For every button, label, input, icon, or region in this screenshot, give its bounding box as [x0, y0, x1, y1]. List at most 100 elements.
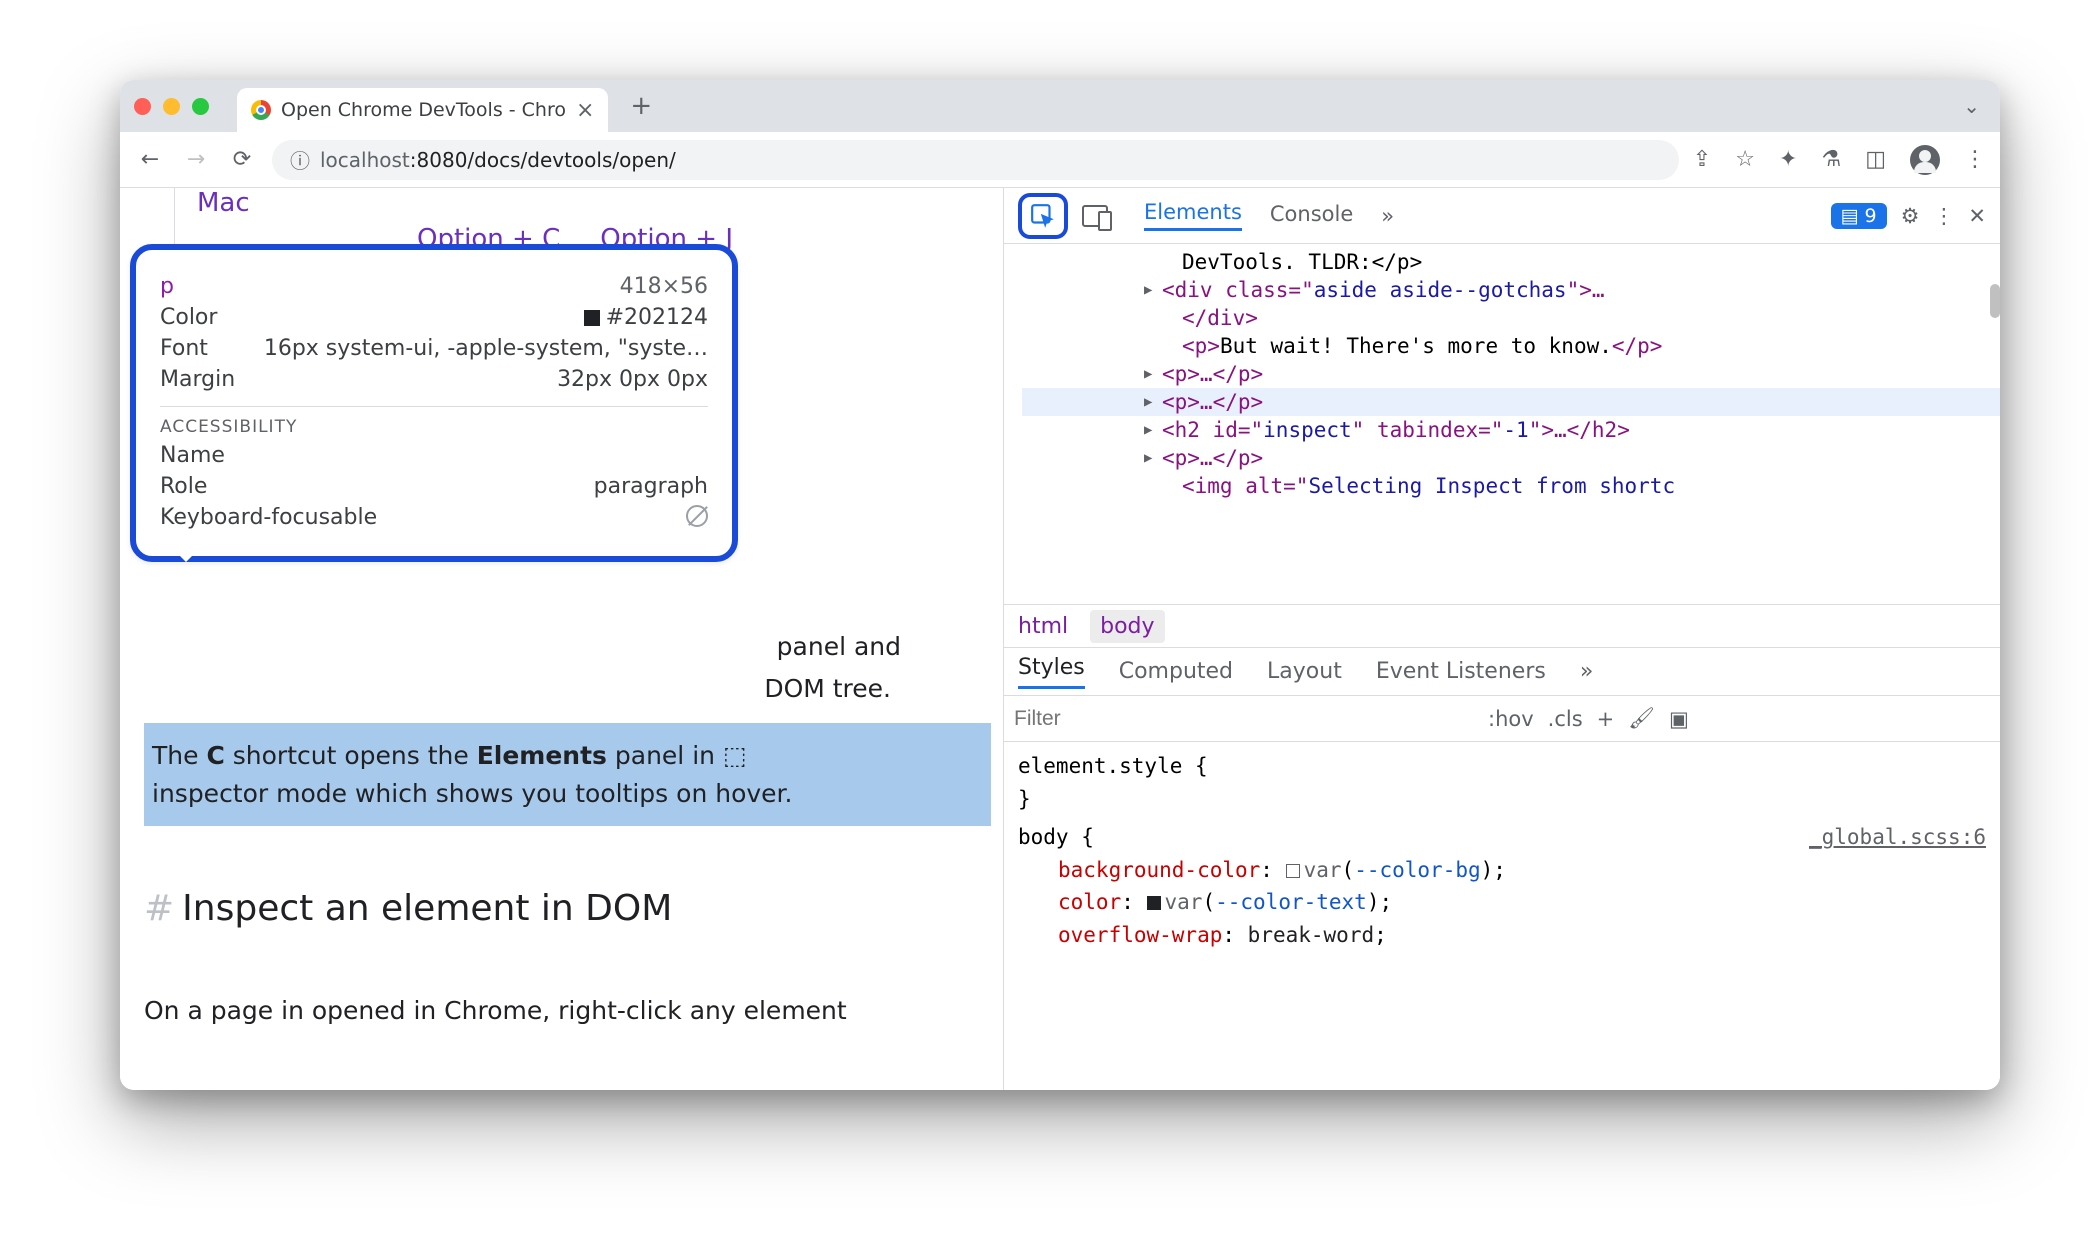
inspect-icon: [1030, 203, 1056, 229]
tooltip-font-value: 16px system-ui, -apple-system, "syste…: [264, 336, 708, 361]
bookmark-icon[interactable]: ☆: [1735, 147, 1755, 172]
tooltip-dimensions: 418×56: [620, 274, 708, 299]
tooltip-color-label: Color: [160, 305, 217, 330]
new-rule-icon[interactable]: +: [1597, 707, 1615, 731]
sidepanel-icon[interactable]: ◫: [1865, 147, 1886, 172]
color-swatch-icon[interactable]: [1286, 864, 1300, 878]
css-var-link[interactable]: --color-text: [1215, 890, 1367, 914]
filter-input[interactable]: [1014, 707, 1474, 731]
profile-avatar[interactable]: [1910, 145, 1940, 175]
devtools-toolbar: Elements Console » ▤9 ⚙ ⋮ ✕: [1004, 188, 2000, 244]
dom-line[interactable]: ▶<h2 id="inspect" tabindex="-1">…</h2>: [1022, 416, 2000, 444]
tab-computed[interactable]: Computed: [1119, 659, 1233, 684]
rule-source-link[interactable]: _global.scss:6: [1809, 821, 1986, 854]
content-split: Mac Option + C Option + J p418×56 Color#…: [120, 188, 2000, 1090]
settings-icon[interactable]: ⚙: [1901, 204, 1920, 228]
tooltip-pointer: [174, 550, 198, 574]
new-tab-button[interactable]: +: [630, 91, 652, 121]
labs-icon[interactable]: ⚗: [1821, 147, 1841, 172]
back-button[interactable]: ←: [134, 147, 166, 172]
hl-panel: Elements: [477, 741, 607, 770]
styles-tabstrip: Styles Computed Layout Event Listeners »: [1004, 648, 2000, 696]
kebab-menu-icon[interactable]: ⋮: [1964, 147, 1986, 172]
tooltip-tag: p: [160, 274, 174, 299]
devtools-panel: Elements Console » ▤9 ⚙ ⋮ ✕ DevTools. TL…: [1004, 188, 2000, 1090]
hl-text: The: [152, 741, 206, 770]
tab-title: Open Chrome DevTools - Chro: [281, 99, 566, 121]
breadcrumbs: html body: [1004, 604, 2000, 648]
site-info-icon[interactable]: ⓘ: [290, 145, 310, 174]
cls-toggle[interactable]: .cls: [1548, 707, 1583, 731]
close-tab-icon[interactable]: ×: [576, 98, 594, 123]
dom-line[interactable]: <p>But wait! There's more to know.</p>: [1022, 332, 2000, 360]
tooltip-role-label: Role: [160, 474, 207, 499]
css-prop[interactable]: color: [1058, 890, 1121, 914]
color-swatch-icon[interactable]: [1147, 896, 1161, 910]
maximize-window-button[interactable]: [192, 98, 209, 115]
hash-icon[interactable]: #: [144, 888, 174, 929]
dom-tree[interactable]: DevTools. TLDR:</p> ▶<div class="aside a…: [1004, 244, 2000, 604]
toolbar-right: ⇪ ☆ ✦ ⚗ ◫ ⋮: [1693, 145, 1986, 175]
hl-text: panel in: [607, 741, 723, 770]
computed-toggle-icon[interactable]: ▣: [1669, 707, 1689, 731]
reload-button[interactable]: ⟳: [226, 147, 258, 172]
section-heading: #Inspect an element in DOM: [144, 882, 991, 936]
device-toggle-button[interactable]: [1082, 205, 1108, 227]
forward-button[interactable]: →: [180, 147, 212, 172]
more-tabs-icon[interactable]: »: [1381, 204, 1394, 228]
dom-line[interactable]: ▶<p>…</p>: [1022, 360, 2000, 388]
tooltip-name-label: Name: [160, 443, 225, 468]
hov-toggle[interactable]: :hov: [1488, 707, 1534, 731]
tooltip-font-label: Font: [160, 336, 208, 361]
page-body: panel and DOM tree. The C shortcut opens…: [144, 628, 991, 1030]
share-icon[interactable]: ⇪: [1693, 147, 1711, 172]
highlighted-paragraph: The C shortcut opens the Elements panel …: [144, 723, 991, 826]
css-prop[interactable]: background-color: [1058, 858, 1260, 882]
inspect-tooltip: p418×56 Color#202124 Font16px system-ui,…: [130, 244, 738, 562]
tab-event-listeners[interactable]: Event Listeners: [1376, 659, 1546, 684]
close-window-button[interactable]: [134, 98, 151, 115]
dom-line[interactable]: <img alt="Selecting Inspect from shortc: [1022, 472, 2000, 500]
url-text: localhost:8080/docs/devtools/open/: [320, 148, 676, 172]
text-fragment-1: panel and: [777, 632, 901, 661]
more-styles-tabs-icon[interactable]: »: [1580, 659, 1593, 684]
more-menu-icon[interactable]: ⋮: [1933, 204, 1954, 228]
color-swatch-icon: [584, 310, 600, 326]
rule-selector: body {: [1018, 825, 1094, 849]
dom-line[interactable]: ▶<div class="aside aside--gotchas">…: [1022, 276, 2000, 304]
crumb-html[interactable]: html: [1018, 614, 1068, 639]
text-fragment-2: DOM tree.: [764, 674, 891, 703]
styles-body[interactable]: element.style { } body {_global.scss:6 b…: [1004, 742, 2000, 959]
inspect-element-button[interactable]: [1018, 193, 1068, 239]
tab-layout[interactable]: Layout: [1267, 659, 1342, 684]
tooltip-a11y-header: ACCESSIBILITY: [160, 406, 708, 437]
issues-count: 9: [1864, 205, 1876, 227]
window-controls: [134, 98, 209, 115]
css-val[interactable]: break-word: [1248, 923, 1374, 947]
omnibox[interactable]: ⓘ localhost:8080/docs/devtools/open/: [272, 140, 1679, 180]
tab-styles[interactable]: Styles: [1018, 655, 1085, 689]
crumb-body[interactable]: body: [1090, 610, 1164, 643]
close-devtools-icon[interactable]: ✕: [1968, 204, 1986, 228]
extensions-icon[interactable]: ✦: [1779, 147, 1797, 172]
dom-line[interactable]: </div>: [1022, 304, 2000, 332]
browser-tab[interactable]: Open Chrome DevTools - Chro ×: [237, 88, 608, 132]
minimize-window-button[interactable]: [163, 98, 180, 115]
issues-chip[interactable]: ▤9: [1831, 203, 1887, 229]
element-style-close: }: [1018, 783, 1986, 816]
dom-line[interactable]: ▶<p>…</p>: [1022, 444, 2000, 472]
not-focusable-icon: [686, 505, 708, 527]
paint-icon[interactable]: 🖌: [1628, 706, 1655, 731]
tab-console[interactable]: Console: [1270, 202, 1353, 230]
tooltip-role-value: paragraph: [594, 474, 708, 499]
os-label: Mac: [197, 188, 991, 218]
tabs-dropdown-icon[interactable]: ⌄: [1963, 94, 1986, 118]
dom-line[interactable]: DevTools. TLDR:</p>: [1022, 248, 2000, 276]
css-prop[interactable]: overflow-wrap: [1058, 923, 1222, 947]
tab-elements[interactable]: Elements: [1144, 200, 1242, 231]
css-var-link[interactable]: --color-bg: [1354, 858, 1480, 882]
chat-icon: ▤: [1841, 205, 1859, 227]
hl-text-2: inspector mode which shows you tooltips …: [152, 779, 792, 808]
page-content: Mac Option + C Option + J p418×56 Color#…: [120, 188, 1004, 1090]
dom-line-selected[interactable]: ▶<p>…</p>: [1022, 388, 2000, 416]
